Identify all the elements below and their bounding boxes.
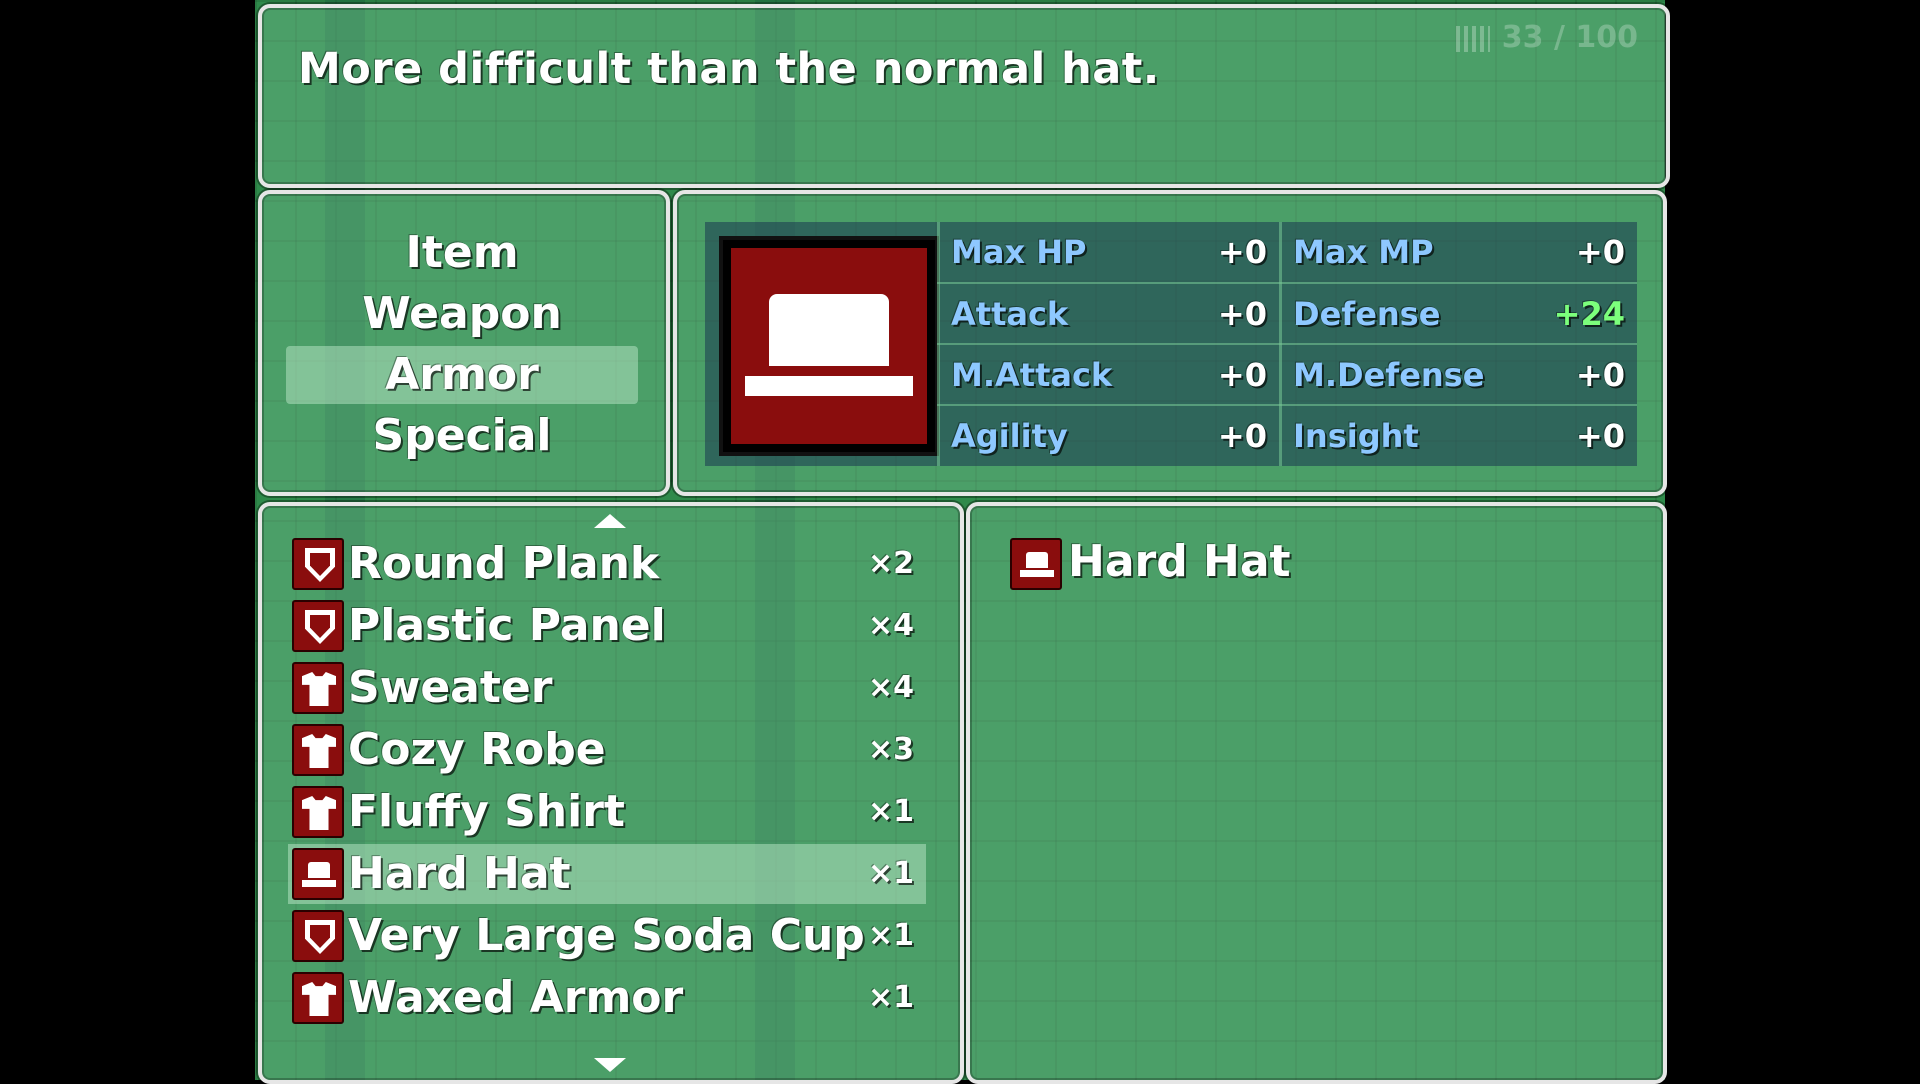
detail-item-name: Hard Hat (1068, 536, 1291, 587)
step-counter-icon (1455, 25, 1490, 52)
shield-icon (292, 910, 344, 962)
scroll-down-arrow-icon[interactable] (594, 1058, 626, 1072)
list-item-selected[interactable]: Hard Hat ×1 (288, 844, 926, 904)
shirt-icon (292, 662, 344, 714)
stat-agility: Agility +0 (951, 417, 1267, 455)
stat-m-defense: M.Defense +0 (1293, 356, 1625, 394)
stat-max-hp: Max HP +0 (951, 233, 1267, 271)
list-item[interactable]: Plastic Panel ×4 (288, 596, 926, 656)
shirt-icon (292, 786, 344, 838)
hard-hat-icon (719, 236, 939, 456)
stat-max-mp: Max MP +0 (1293, 233, 1625, 271)
scroll-up-arrow-icon[interactable] (594, 514, 626, 528)
help-window: More difficult than the normal hat. 33 /… (258, 4, 1670, 188)
category-window: Item Weapon Armor Special (258, 190, 670, 496)
hat-icon (292, 848, 344, 900)
category-special[interactable]: Special (286, 407, 638, 465)
list-item[interactable]: Cozy Robe ×3 (288, 720, 926, 780)
step-counter: 33 / 100 (1455, 20, 1638, 55)
status-panel: Max HP +0 Attack +0 M.Attack +0 Agility +0 M… (705, 222, 1637, 466)
list-item[interactable]: Round Plank ×2 (288, 534, 926, 594)
category-item[interactable]: Item (286, 224, 638, 282)
help-text: More difficult than the normal hat. (298, 44, 1160, 94)
stat-insight: Insight +0 (1293, 417, 1625, 455)
list-item[interactable]: Very Large Soda Cup ×1 (288, 906, 926, 966)
shirt-icon (292, 972, 344, 1024)
stat-attack: Attack +0 (951, 295, 1267, 333)
category-armor[interactable]: Armor (286, 346, 638, 404)
list-item[interactable]: Fluffy Shirt ×1 (288, 782, 926, 842)
detail-window: Hard Hat (966, 502, 1667, 1084)
category-weapon[interactable]: Weapon (286, 285, 638, 343)
step-counter-value: 33 / 100 (1501, 20, 1638, 55)
inventory-window: Round Plank ×2 Plastic Panel ×4 Sweater … (258, 502, 964, 1084)
shirt-icon (292, 724, 344, 776)
shield-icon (292, 538, 344, 590)
hat-icon (1010, 538, 1062, 590)
list-item[interactable]: Sweater ×4 (288, 658, 926, 718)
shield-icon (292, 600, 344, 652)
stat-m-attack: M.Attack +0 (951, 356, 1267, 394)
stat-defense: Defense +24 (1293, 295, 1625, 333)
status-window: Max HP +0 Attack +0 M.Attack +0 Agility +0 M… (673, 190, 1667, 496)
list-item[interactable]: Waxed Armor ×1 (288, 968, 926, 1028)
